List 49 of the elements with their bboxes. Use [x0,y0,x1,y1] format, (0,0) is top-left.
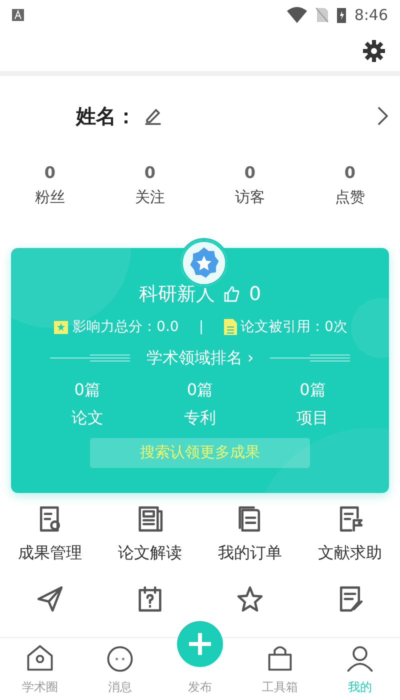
settings-icon[interactable] [362,38,386,62]
nav-tab[interactable]: 发布 [188,678,212,696]
stat-label[interactable]: 粉丝 [0,186,100,208]
impact-score: 影响力总分：0.0 [72,318,179,337]
menu-label[interactable]: 成果管理 [18,541,82,566]
calendar-icon[interactable] [136,585,164,614]
count-label[interactable]: 项目 [256,406,370,430]
wifi-icon [287,7,308,23]
menu-label[interactable]: 文献求助 [318,541,382,566]
thumbs-up-icon[interactable] [222,285,241,304]
person-icon [345,644,375,674]
stat-label[interactable]: 关注 [100,186,200,208]
count-value: 0篇 [73,378,102,401]
no-sim-icon [315,7,330,23]
edit-icon[interactable] [144,107,162,125]
search-claim-button[interactable]: 搜索认领更多成果 [90,438,310,468]
document-icon [224,319,237,336]
notification-icon [12,9,24,21]
count-label[interactable]: 专利 [144,406,256,430]
count-label[interactable]: 论文 [31,406,144,430]
name-label: 姓名： [76,103,136,130]
citation-count: 论文被引用：0次 [240,318,348,337]
menu-label[interactable]: 我的订单 [218,541,282,566]
stat-value: 0 [343,164,357,182]
stat-value: 0 [43,164,57,182]
ranking-link[interactable]: 学术领域排名 › [146,346,254,370]
star-icon[interactable] [236,585,264,614]
plus-icon [187,631,213,657]
decorative-lines-icon [270,354,350,362]
like-count: 0 [248,282,262,308]
newspaper-icon[interactable] [136,505,164,534]
battery-icon [337,7,346,23]
decorative-lines-icon [50,354,130,362]
nav-tab[interactable]: 消息 [108,678,132,696]
menu-label[interactable]: 论文解读 [118,541,182,566]
stat-value: 0 [243,164,257,182]
chevron-right-icon[interactable] [378,107,388,125]
nav-tab[interactable]: 工具箱 [262,678,298,696]
plane-icon[interactable] [36,585,64,614]
stat-value: 0 [143,164,157,182]
stat-label[interactable]: 点赞 [300,186,400,208]
count-value: 0篇 [298,378,327,401]
nav-tab[interactable]: 学术圈 [22,678,58,696]
chat-icon [105,644,135,674]
status-time: 8:46 [354,4,388,26]
stat-label[interactable]: 访客 [200,186,300,208]
separator: | [198,318,204,337]
nav-tab[interactable]: 我的 [348,678,372,696]
count-value: 0篇 [186,378,214,401]
